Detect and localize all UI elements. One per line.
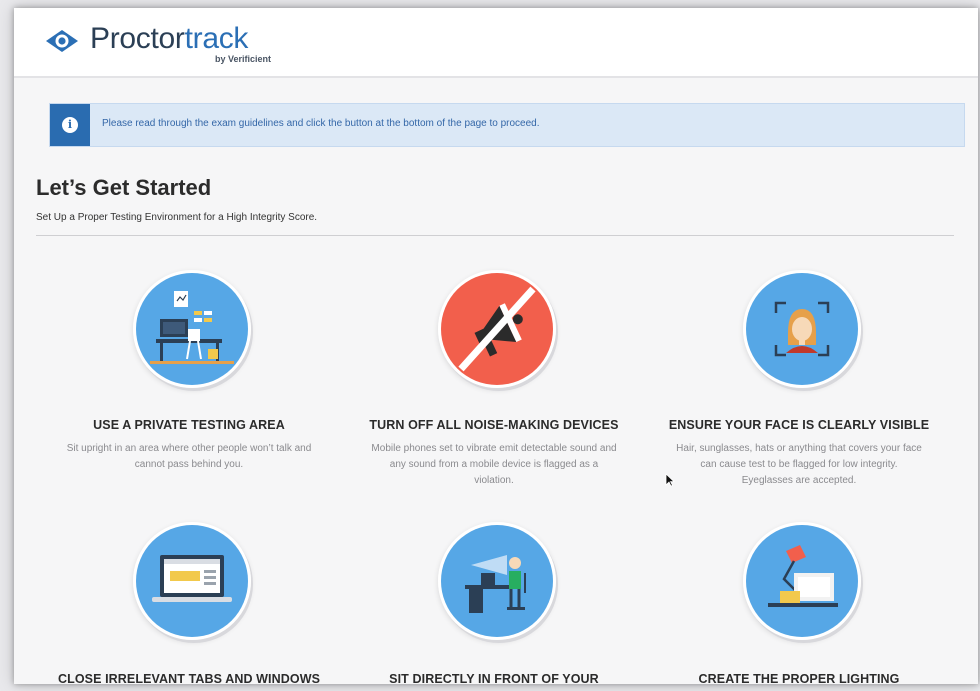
person-at-desk-illustration-icon: [438, 522, 556, 640]
info-icon: i: [62, 117, 78, 133]
section-divider: [36, 235, 954, 236]
site-header: Proctortrack by Verificient: [14, 8, 978, 78]
card-description: Sit upright in an area where other peopl…: [66, 443, 312, 470]
banner-message: Please read through the exam guidelines …: [102, 118, 540, 129]
laptop-screen-illustration-icon: [133, 522, 251, 640]
logo-byline: by Verificient: [215, 54, 272, 64]
eye-logo-icon: [46, 30, 78, 52]
info-banner: i Please read through the exam guideline…: [49, 103, 965, 147]
page-subtitle: Set Up a Proper Testing Environment for …: [36, 212, 318, 223]
private-desk-illustration-icon: [133, 270, 251, 388]
card-title: ENSURE YOUR FACE IS CLEARLY VISIBLE: [668, 418, 930, 432]
face-frame-illustration-icon: [743, 270, 861, 388]
card-title: USE A PRIVATE TESTING AREA: [93, 418, 285, 432]
no-megaphone-illustration-icon: [438, 270, 556, 388]
desk-lamp-illustration-icon: [743, 522, 861, 640]
browser-page: Proctortrack by Verificient i Please rea…: [14, 8, 978, 684]
banner-icon-box: i: [50, 104, 90, 146]
card-description: Mobile phones set to vibrate emit detect…: [371, 443, 617, 486]
card-title: SIT DIRECTLY IN FRONT OF YOUR: [389, 672, 599, 684]
page-title: Let’s Get Started: [36, 175, 212, 200]
mouse-cursor-icon: [665, 473, 675, 487]
logo-wordmark: Proctortrack: [90, 22, 249, 55]
card-title: CLOSE IRRELEVANT TABS AND WINDOWS: [57, 672, 321, 684]
card-description: Hair, sunglasses, hats or anything that …: [676, 443, 922, 486]
card-title: TURN OFF ALL NOISE-MAKING DEVICES: [369, 418, 619, 432]
card-title: CREATE THE PROPER LIGHTING: [698, 672, 900, 684]
